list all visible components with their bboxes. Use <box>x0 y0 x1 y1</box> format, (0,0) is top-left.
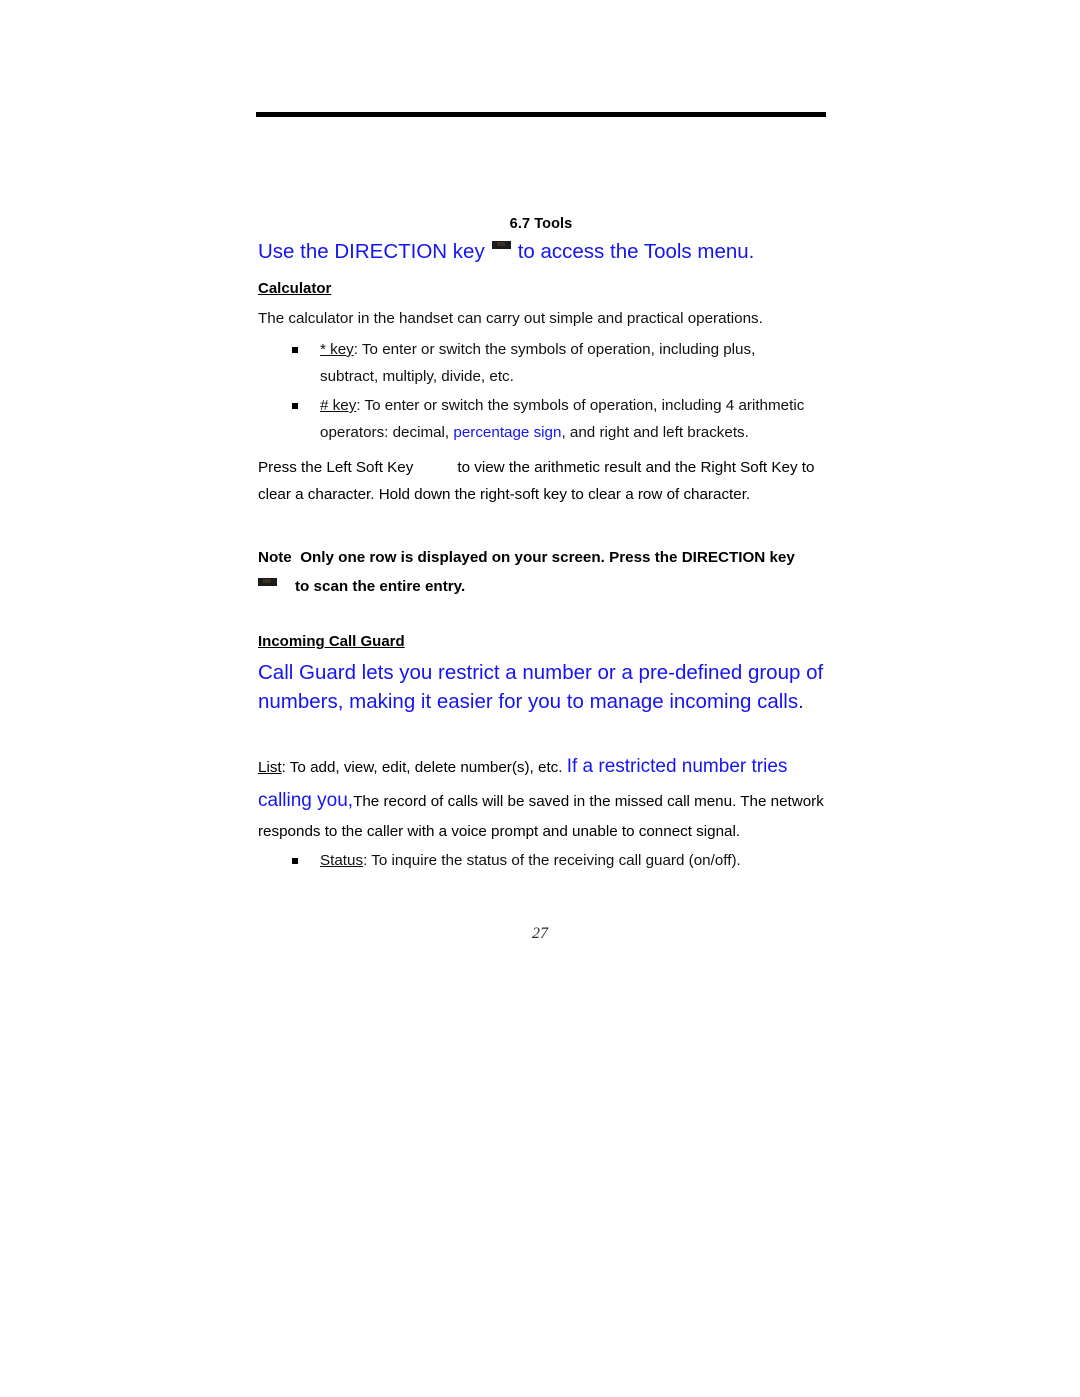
star-key-label: * key <box>320 340 354 358</box>
calculator-bullet-list: * key: To enter or switch the symbols of… <box>258 336 824 446</box>
direction-key-icon <box>258 578 277 587</box>
bullet-line-1: * key: To enter or switch the symbols of… <box>320 336 824 363</box>
bullet-line-1-text: : To enter or switch the symbols of oper… <box>353 340 756 358</box>
direction-key-icon <box>491 241 511 250</box>
square-bullet-icon <box>292 346 298 353</box>
bullet-line-1-text: : To enter or switch the symbols of oper… <box>356 397 805 415</box>
status-bullet-list: Status: To inquire the status of the rec… <box>258 847 824 874</box>
section-lead-line: Use the DIRECTION key to access the Tools… <box>258 239 824 265</box>
note-text-line2: to scan the entire entry. <box>295 578 466 596</box>
softkey-text-1: Press the Left Soft Key <box>258 459 414 477</box>
header-rule <box>256 112 826 117</box>
note-label: Note <box>258 549 292 567</box>
bullet-line-2: subtract, multiply, divide, etc. <box>320 368 514 385</box>
list-label: List <box>258 759 282 777</box>
page-number: 27 <box>532 925 548 942</box>
bullet-line-2-before: operators: decimal, <box>320 424 454 442</box>
calculator-heading: Calculator <box>258 279 824 299</box>
bullet-line-2-after: , and right and left brackets. <box>561 424 749 442</box>
call-guard-description: Call Guard lets you restrict a number or… <box>258 658 824 716</box>
softkey-text-2: to view the arithmetic result and the Ri… <box>457 459 798 477</box>
section-lead-before: Use the DIRECTION key <box>258 240 485 264</box>
status-text: : To inquire the status of the receiving… <box>363 851 741 869</box>
bullet-line-2: operators: decimal, percentage sign, and… <box>320 424 749 441</box>
note-block: Note Only one row is displayed on your s… <box>258 544 824 600</box>
square-bullet-icon <box>292 403 298 410</box>
list-item: Status: To inquire the status of the rec… <box>258 847 824 874</box>
call-guard-line-1: Call Guard lets you restrict a number or… <box>258 660 824 684</box>
section-lead-after: to access the Tools menu. <box>517 240 755 264</box>
percentage-sign-highlight: percentage sign <box>453 424 562 442</box>
incoming-call-guard-heading: Incoming Call Guard <box>258 632 824 652</box>
bullet-line-1: # key: To enter or switch the symbols of… <box>320 397 804 414</box>
note-text: Only one row is displayed on your screen… <box>300 549 795 567</box>
square-bullet-icon <box>292 857 298 864</box>
call-guard-line-2: numbers, making it easier for you to man… <box>258 689 804 713</box>
calculator-heading-text: Calculator <box>258 280 332 298</box>
list-item: # key: To enter or switch the symbols of… <box>258 392 824 446</box>
status-label: Status <box>320 851 364 869</box>
note-line-2: to scan the entire entry. <box>258 573 824 600</box>
incoming-call-guard-heading-text: Incoming Call Guard <box>258 633 405 651</box>
list-item: * key: To enter or switch the symbols of… <box>258 336 824 390</box>
document-page: 6.7 Tools Use the DIRECTION key to access… <box>0 0 1080 1397</box>
page-content: 6.7 Tools Use the DIRECTION key to access… <box>258 215 824 878</box>
calculator-intro-paragraph: The calculator in the handset can carry … <box>258 309 763 327</box>
hash-key-label: # key <box>320 397 357 415</box>
list-option-paragraph: List: To add, view, edit, delete number(… <box>258 750 824 845</box>
list-black-text-1: : To add, view, edit, delete number(s), … <box>281 759 567 777</box>
section-number-title: 6.7 Tools <box>509 216 573 232</box>
softkey-paragraph: Press the Left Soft Key to view the arith… <box>258 454 824 508</box>
